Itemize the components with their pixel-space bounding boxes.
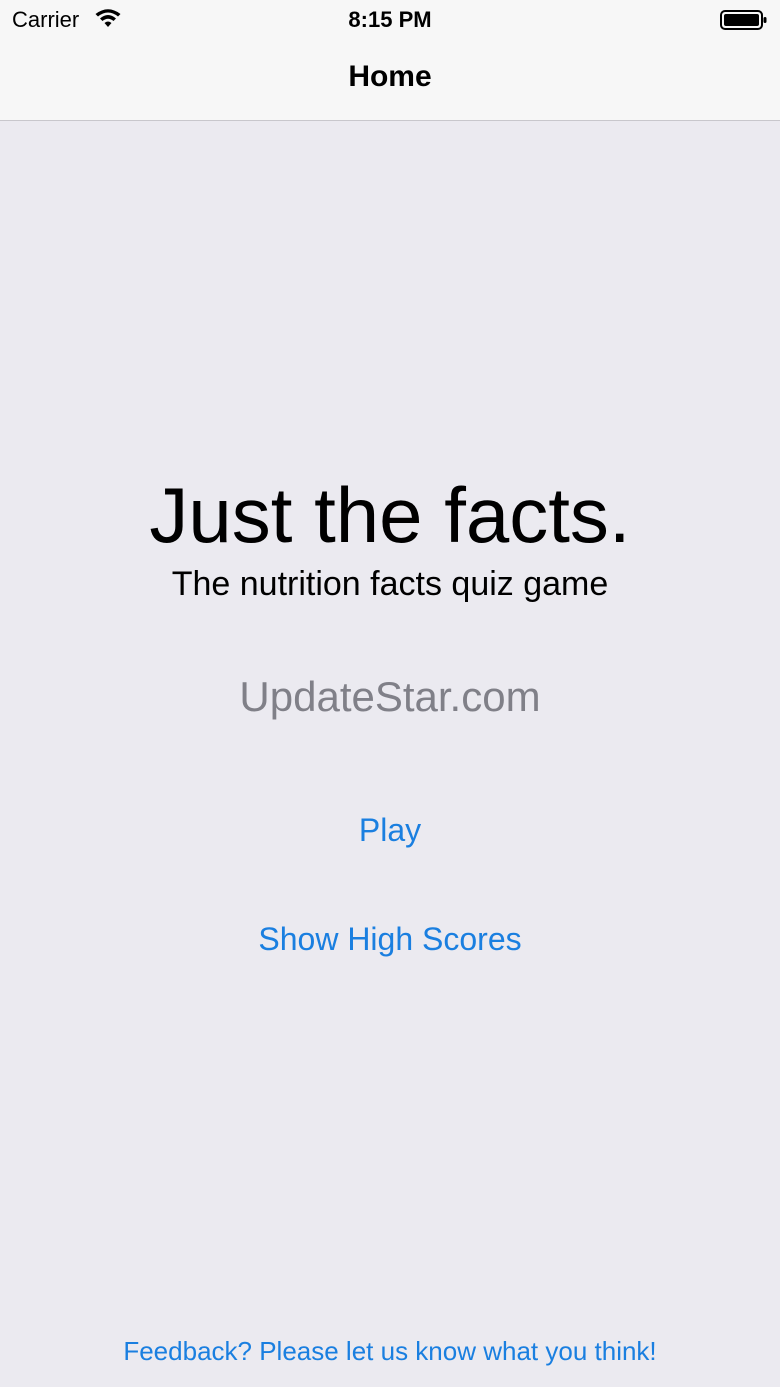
- app-subheadline: The nutrition facts quiz game: [171, 565, 609, 603]
- feedback-link[interactable]: Feedback? Please let us know what you th…: [0, 1336, 780, 1367]
- app-headline: Just the facts.: [149, 471, 631, 559]
- top-bar: Carrier 8:15 PM Home: [0, 0, 780, 121]
- status-time: 8:15 PM: [348, 7, 432, 32]
- status-bar: Carrier 8:15 PM: [0, 0, 780, 40]
- show-high-scores-button[interactable]: Show High Scores: [0, 921, 780, 958]
- nav-title: Home: [348, 60, 432, 93]
- watermark-text: UpdateStar.com: [239, 673, 541, 720]
- battery-icon: [720, 10, 767, 30]
- home-screen: Carrier 8:15 PM Home Just the facts. The…: [0, 0, 780, 1387]
- play-button[interactable]: Play: [0, 812, 780, 849]
